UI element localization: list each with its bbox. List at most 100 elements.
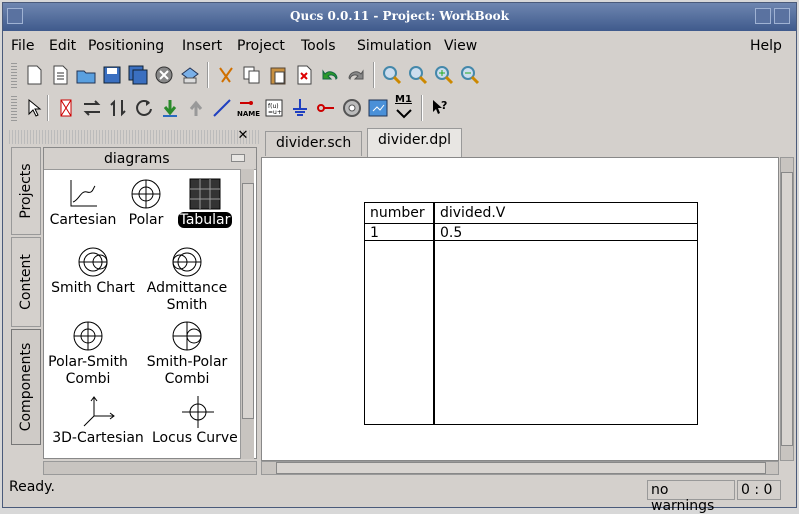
category-select[interactable]: diagrams xyxy=(44,148,256,170)
polar-diagram-icon xyxy=(131,179,161,209)
toolbar-separator xyxy=(373,62,375,88)
zoom-out-icon[interactable] xyxy=(459,64,481,86)
tab-components[interactable]: Components xyxy=(11,329,41,445)
wire-icon[interactable] xyxy=(211,97,233,119)
menu-help[interactable]: Help xyxy=(750,38,782,54)
menu-tools[interactable]: Tools xyxy=(301,38,336,54)
menu-simulation[interactable]: Simulation xyxy=(357,38,432,54)
component-polar[interactable]: Polar xyxy=(126,176,166,229)
tab-divider-dpl[interactable]: divider.dpl xyxy=(367,128,463,157)
svg-text:=u+: =u+ xyxy=(268,109,282,116)
toolbar-schematic: NAME f(u) =u+ M1 ? xyxy=(9,92,609,124)
ground-icon[interactable] xyxy=(289,97,311,119)
copy-icon[interactable] xyxy=(241,64,263,86)
chevron-down-icon[interactable] xyxy=(231,154,245,162)
svg-text:?: ? xyxy=(441,99,447,112)
wire-label-text: NAME xyxy=(237,110,261,118)
cut-icon[interactable] xyxy=(215,64,237,86)
menu-project[interactable]: Project xyxy=(237,38,285,54)
title-bar[interactable]: Qucs 0.0.11 - Project: WorkBook xyxy=(3,3,796,31)
component-label: Smith-Polar Combi xyxy=(146,354,228,387)
window-title: Qucs 0.0.11 - Project: WorkBook xyxy=(290,9,509,23)
component-tabular[interactable]: Tabular xyxy=(172,176,238,229)
3d-cartesian-icon xyxy=(83,396,115,427)
print-icon[interactable] xyxy=(179,64,201,86)
toolbar-grip[interactable] xyxy=(11,62,17,88)
menu-view[interactable]: View xyxy=(444,38,477,54)
category-select-value: diagrams xyxy=(104,151,170,167)
whats-this-icon[interactable]: ? xyxy=(429,97,451,119)
warnings-indicator[interactable]: no warnings xyxy=(647,480,735,514)
locus-curve-icon xyxy=(182,396,214,428)
tabular-diagram[interactable]: number divided.V 1 0.5 xyxy=(364,202,698,425)
new-text-icon[interactable] xyxy=(49,64,71,86)
dpl-switch-icon[interactable] xyxy=(367,97,389,119)
mirror-x-icon[interactable] xyxy=(81,97,103,119)
select-arrow-icon[interactable] xyxy=(23,97,45,119)
components-panel: diagrams Cartesian Polar Tabular Smith C… xyxy=(43,147,257,459)
component-label: Cartesian xyxy=(49,212,117,228)
new-file-icon[interactable] xyxy=(23,64,45,86)
toolbar-grip[interactable] xyxy=(11,95,17,121)
maximize-button[interactable] xyxy=(774,8,790,24)
port-icon[interactable] xyxy=(315,97,337,119)
zoom-fit-icon[interactable] xyxy=(381,64,403,86)
dock-close-icon[interactable]: ✕ xyxy=(235,128,251,144)
delete-icon[interactable] xyxy=(293,64,315,86)
components-vertical-scrollbar[interactable] xyxy=(240,169,254,459)
save-all-icon[interactable] xyxy=(127,64,149,86)
table-cell: 1 xyxy=(370,225,379,241)
component-3d-cartesian[interactable]: 3D-Cartesian xyxy=(48,394,148,447)
component-smith-chart[interactable]: Smith Chart xyxy=(48,244,138,297)
zoom-in-icon[interactable] xyxy=(433,64,455,86)
minimize-button[interactable] xyxy=(755,8,771,24)
document-canvas[interactable]: number divided.V 1 0.5 xyxy=(261,157,779,461)
dock-title-grip[interactable] xyxy=(9,130,259,144)
open-folder-icon[interactable] xyxy=(75,64,97,86)
tab-projects[interactable]: Projects xyxy=(11,147,41,235)
components-horizontal-scrollbar[interactable] xyxy=(43,461,257,475)
menu-insert[interactable]: Insert xyxy=(182,38,222,54)
menu-file[interactable]: File xyxy=(11,38,34,54)
component-smith-polar[interactable]: Smith-Polar Combi xyxy=(144,318,230,388)
polar-smith-combi-icon xyxy=(73,321,103,351)
canvas-vertical-scrollbar[interactable] xyxy=(780,157,794,461)
canvas-horizontal-scrollbar[interactable] xyxy=(261,461,779,475)
smith-polar-combi-icon xyxy=(172,321,202,351)
mirror-y-icon[interactable] xyxy=(107,97,129,119)
component-admittance-smith[interactable]: Admittance Smith xyxy=(144,244,230,314)
component-label: Polar-Smith Combi xyxy=(48,354,128,387)
deactivate-icon[interactable] xyxy=(55,97,77,119)
component-cartesian[interactable]: Cartesian xyxy=(48,176,118,229)
toolbar-separator xyxy=(421,95,423,121)
paste-icon[interactable] xyxy=(267,64,289,86)
component-label: Tabular xyxy=(177,212,233,228)
scrollbar-thumb[interactable] xyxy=(781,172,793,446)
marker-label: M1 xyxy=(395,94,412,105)
save-icon[interactable] xyxy=(101,64,123,86)
pop-out-icon[interactable] xyxy=(185,97,207,119)
close-icon[interactable] xyxy=(153,64,175,86)
cartesian-diagram-icon xyxy=(70,180,97,207)
rotate-icon[interactable] xyxy=(133,97,155,119)
zoom-1to1-icon[interactable] xyxy=(407,64,429,86)
component-label: Polar xyxy=(128,212,164,228)
tabular-diagram-icon xyxy=(189,178,221,210)
scrollbar-thumb[interactable] xyxy=(242,183,254,419)
menu-edit[interactable]: Edit xyxy=(49,38,76,54)
admittance-smith-icon xyxy=(172,247,202,277)
menu-positioning[interactable]: Positioning xyxy=(88,38,164,54)
undo-icon[interactable] xyxy=(319,64,341,86)
menu-bar: File Edit Positioning Insert Project Too… xyxy=(3,32,796,56)
scrollbar-thumb[interactable] xyxy=(276,462,766,474)
row-divider xyxy=(365,240,697,241)
tab-divider-sch[interactable]: divider.sch xyxy=(265,131,363,156)
equation-icon[interactable]: f(u)=u+ xyxy=(263,97,285,119)
simulate-icon[interactable] xyxy=(341,97,363,119)
component-polar-smith[interactable]: Polar-Smith Combi xyxy=(48,318,128,388)
enter-subcircuit-icon[interactable] xyxy=(159,97,181,119)
tab-content[interactable]: Content xyxy=(11,237,41,327)
redo-icon[interactable] xyxy=(345,64,367,86)
toolbar-file xyxy=(9,59,609,91)
column-header-number: number xyxy=(365,203,433,224)
